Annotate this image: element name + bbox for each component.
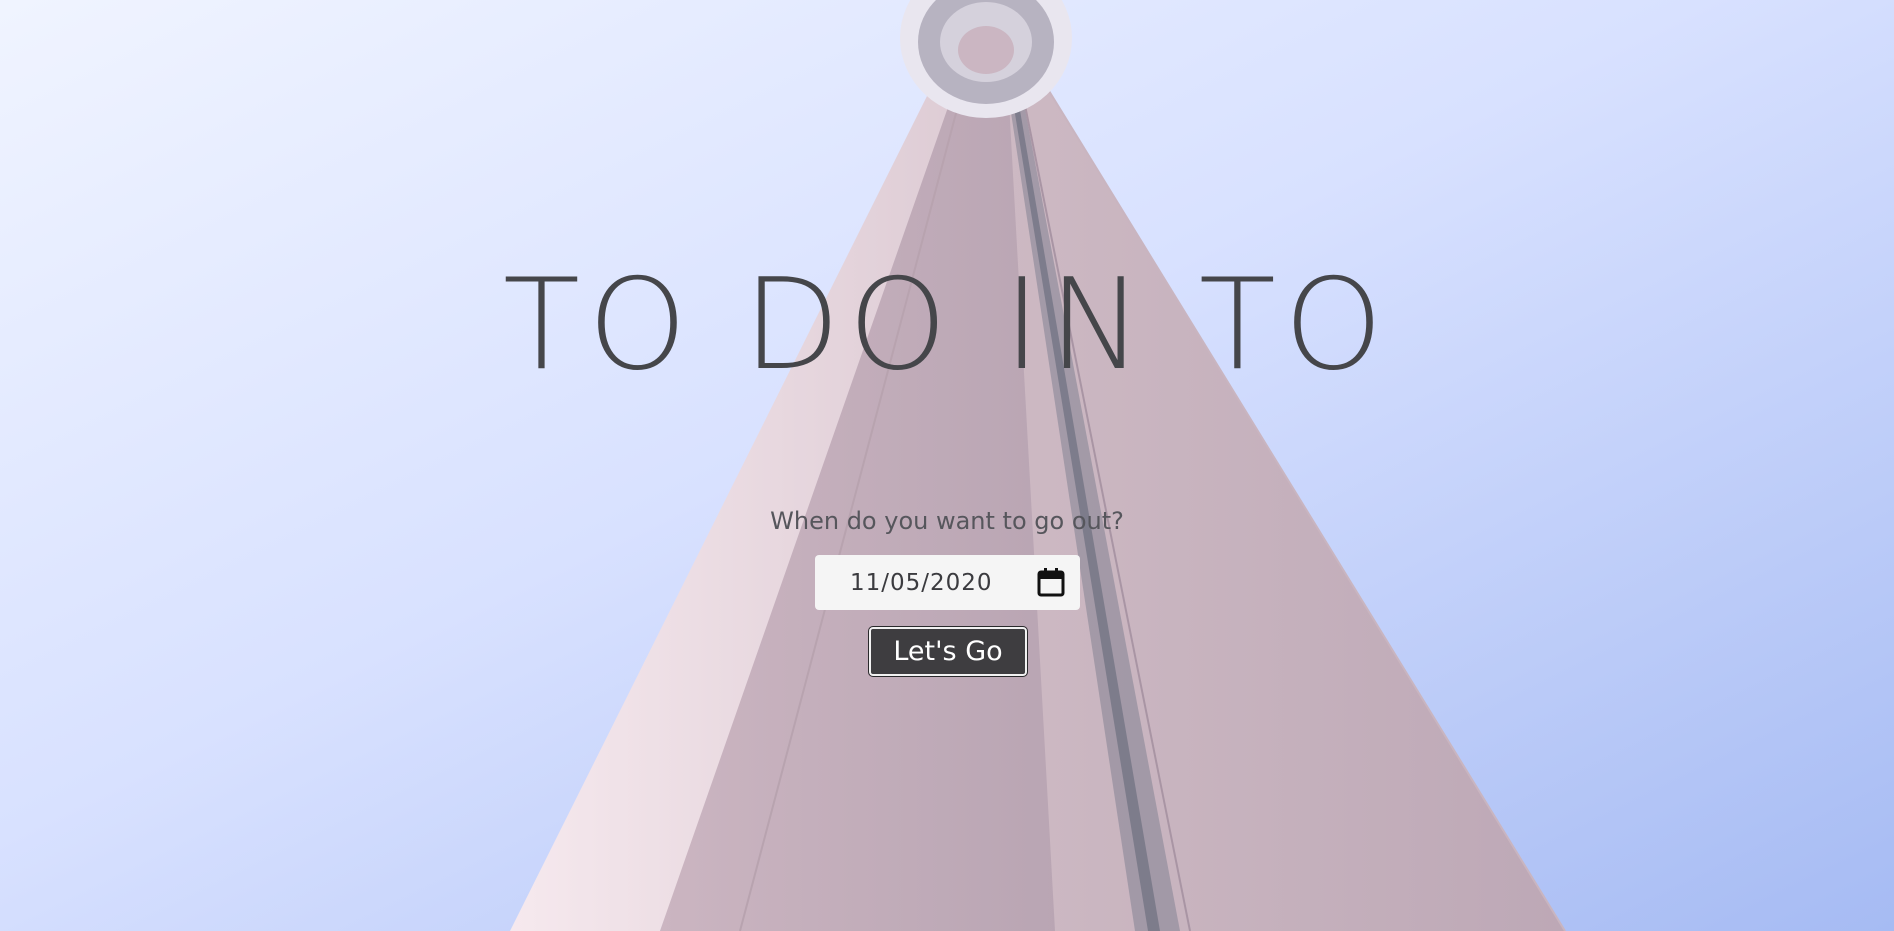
date-input-value[interactable]: 11/05/2020 [850, 568, 993, 598]
lets-go-button[interactable]: Let's Go [868, 626, 1028, 677]
date-input[interactable]: 11/05/2020 [815, 555, 1080, 610]
date-prompt: When do you want to go out? [770, 507, 1124, 535]
page-title: TO DO IN TO [502, 251, 1392, 398]
landing-content: TO DO IN TO When do you want to go out? … [0, 0, 1894, 931]
calendar-icon[interactable] [1037, 567, 1065, 597]
